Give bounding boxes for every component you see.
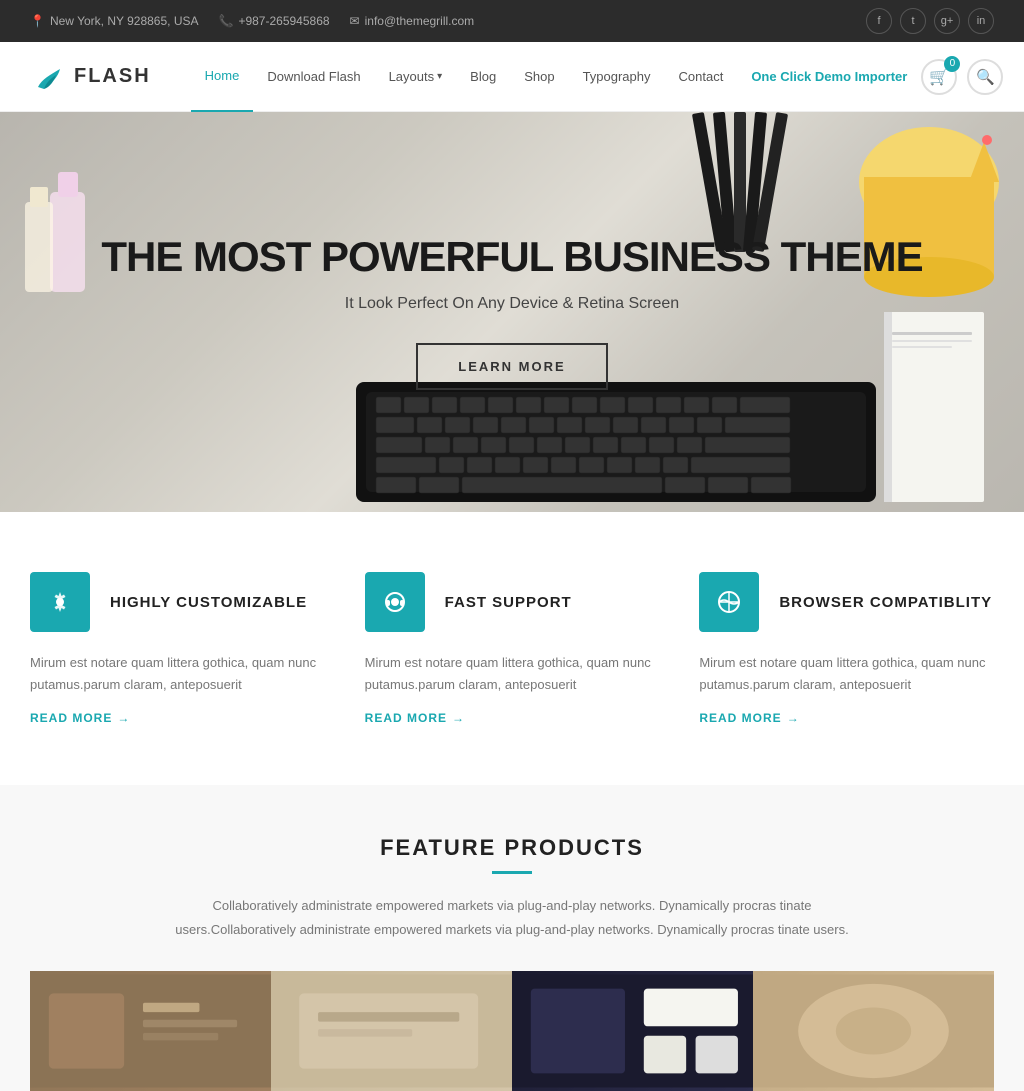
feature-header-1: FAST SUPPORT [365,572,660,632]
nav-download-flash[interactable]: Download Flash [253,42,374,112]
feature-title-0: HIGHLY CUSTOMIZABLE [110,594,307,611]
nav-right: 🛒 0 🔍 [921,59,1003,95]
product-img-2 [271,971,512,1091]
email-info: ✉ info@themegrill.com [350,14,475,28]
arrow-icon-1: → [452,711,465,725]
phone-info: 📞 +987-265945868 [219,14,330,28]
cart-button[interactable]: 🛒 0 [921,59,957,95]
googleplus-icon[interactable]: g+ [934,8,960,34]
top-bar: 📍 New York, NY 928865, USA 📞 +987-265945… [0,0,1024,42]
arrow-icon-0: → [117,711,130,725]
section-divider [492,871,532,874]
location-icon: 📍 [30,14,45,28]
gear-icon [46,588,74,616]
location-info: 📍 New York, NY 928865, USA [30,14,199,28]
feature-item-1: FAST SUPPORT Mirum est notare quam litte… [365,572,660,725]
hero-content: THE MOST POWERFUL BUSINESS THEME It Look… [61,234,962,390]
feature-item-2: BROWSER COMPATIBLITY Mirum est notare qu… [699,572,994,725]
feature-text-2: Mirum est notare quam littera gothica, q… [699,652,994,696]
keyboard-svg [356,382,876,512]
nav-layouts[interactable]: Layouts ▾ [375,42,457,112]
nav-home[interactable]: Home [191,42,254,112]
read-more-1[interactable]: READ MORE → [365,711,660,725]
products-section-title: FEATURE PRODUCTS [30,835,994,861]
hero-section: THE MOST POWERFUL BUSINESS THEME It Look… [0,112,1024,512]
navbar: FLASH Home Download Flash Layouts ▾ Blog… [0,42,1024,112]
email-icon: ✉ [350,14,360,28]
nav-typography[interactable]: Typography [569,42,665,112]
phone-icon: 📞 [219,14,234,28]
search-button[interactable]: 🔍 [967,59,1003,95]
feature-icon-1 [365,572,425,632]
hero-subtitle: It Look Perfect On Any Device & Retina S… [101,295,922,313]
nav-links: Home Download Flash Layouts ▾ Blog Shop … [191,42,922,112]
nav-blog[interactable]: Blog [456,42,510,112]
read-more-2[interactable]: READ MORE → [699,711,994,725]
nav-shop[interactable]: Shop [510,42,568,112]
hero-keyboard-decor [356,382,876,512]
facebook-icon[interactable]: f [866,8,892,34]
hero-title: THE MOST POWERFUL BUSINESS THEME [101,234,922,280]
read-more-0[interactable]: READ MORE → [30,711,325,725]
product-img-1 [30,971,271,1091]
logo-bird-icon [30,59,66,95]
site-logo[interactable]: FLASH [30,59,151,95]
linkedin-icon[interactable]: in [968,8,994,34]
feature-header-2: BROWSER COMPATIBLITY [699,572,994,632]
arrow-icon-2: → [787,711,800,725]
feature-item-0: HIGHLY CUSTOMIZABLE Mirum est notare qua… [30,572,325,725]
product-thumbnails [30,971,994,1091]
product-thumb-2[interactable] [271,971,512,1091]
product-img-3 [512,971,753,1091]
layouts-chevron: ▾ [437,71,442,82]
feature-text-0: Mirum est notare quam littera gothica, q… [30,652,325,696]
feature-header-0: HIGHLY CUSTOMIZABLE [30,572,325,632]
products-section-desc: Collaboratively administrate empowered m… [162,894,862,941]
nav-demo-importer[interactable]: One Click Demo Importer [737,42,921,112]
feature-text-1: Mirum est notare quam littera gothica, q… [365,652,660,696]
feature-title-2: BROWSER COMPATIBLITY [779,594,992,611]
product-thumb-3[interactable] [512,971,753,1091]
product-thumb-1[interactable] [30,971,271,1091]
nav-contact[interactable]: Contact [665,42,738,112]
product-thumb-4[interactable] [753,971,994,1091]
cart-badge: 0 [944,56,960,72]
product-img-4 [753,971,994,1091]
twitter-icon[interactable]: t [900,8,926,34]
logo-text: FLASH [74,65,151,88]
feature-icon-2 [699,572,759,632]
social-links: f t g+ in [866,8,994,34]
features-section: HIGHLY CUSTOMIZABLE Mirum est notare qua… [0,512,1024,785]
feature-icon-0 [30,572,90,632]
browser-icon [715,588,743,616]
feature-products-section: FEATURE PRODUCTS Collaboratively adminis… [0,785,1024,1091]
hero-cta-button[interactable]: LEARN MORE [416,343,607,390]
top-bar-left: 📍 New York, NY 928865, USA 📞 +987-265945… [30,14,474,28]
headset-icon [381,588,409,616]
feature-title-1: FAST SUPPORT [445,594,572,611]
